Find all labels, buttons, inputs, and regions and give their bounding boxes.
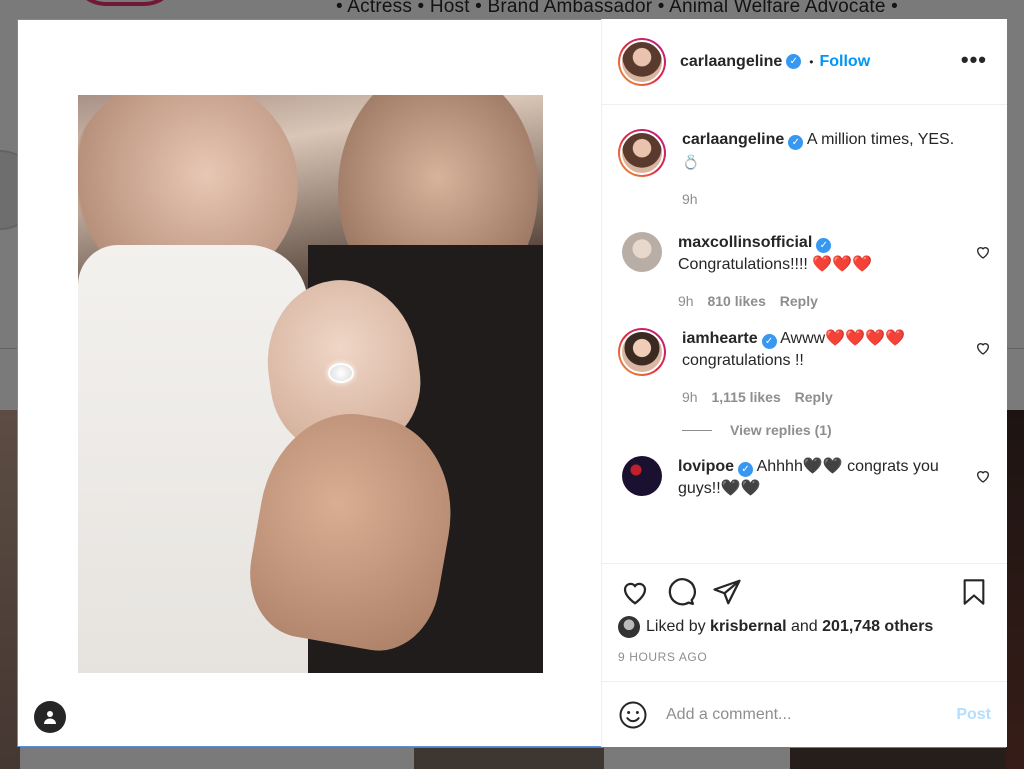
author-info: carlaangeline ✓ • Follow (680, 53, 870, 71)
verified-icon: ✓ (788, 135, 804, 150)
reply-button[interactable]: Reply (795, 389, 833, 405)
author-username[interactable]: carlaangeline (680, 53, 782, 71)
add-comment-bar: Post (602, 681, 1007, 747)
caption-time[interactable]: 9h (682, 191, 698, 207)
bookmark-icon[interactable] (957, 575, 991, 609)
commenter-username[interactable]: lovipoe (678, 458, 734, 475)
photo-region (328, 363, 354, 383)
share-icon[interactable] (710, 575, 744, 609)
verified-icon: ✓ (761, 334, 777, 349)
verified-icon: ✓ (786, 54, 802, 69)
reply-button[interactable]: Reply (780, 293, 818, 309)
follow-button[interactable]: Follow (819, 53, 870, 71)
heart-icon[interactable] (975, 244, 991, 260)
comment-item: maxcollinsofficial ✓ Congratulations!!!! … (618, 232, 991, 312)
comment-item: lovipoe ✓ Ahhhh🖤🖤 congrats you guys!!🖤🖤 (618, 456, 991, 500)
liked-by[interactable]: Liked by krisbernal and 201,748 others (618, 616, 991, 638)
author-avatar[interactable] (618, 37, 666, 86)
heart-icon[interactable] (975, 468, 991, 484)
post-actions: Liked by krisbernal and 201,748 others 9… (602, 563, 1007, 681)
liked-by-user[interactable]: krisbernal (710, 618, 786, 636)
view-replies-label[interactable]: View replies (1) (730, 422, 832, 438)
liked-by-joiner: and (790, 618, 818, 635)
emoji-icon[interactable] (618, 700, 648, 730)
verified-icon: ✓ (816, 238, 832, 253)
separator-dot: • (809, 54, 814, 69)
commenter-username[interactable]: maxcollinsofficial (678, 234, 812, 251)
commenter-avatar[interactable] (622, 456, 662, 496)
liked-by-others[interactable]: 201,748 others (822, 618, 933, 636)
post-modal: carlaangeline ✓ • Follow ••• carlaangeli… (17, 19, 1007, 747)
liker-avatar[interactable] (618, 616, 640, 638)
replies-line (682, 429, 712, 431)
more-options-icon[interactable]: ••• (961, 47, 987, 73)
post-media[interactable] (17, 19, 601, 747)
comment-likes[interactable]: 810 likes (707, 293, 765, 309)
heart-icon[interactable] (975, 340, 991, 356)
commenter-avatar[interactable] (622, 232, 662, 272)
post-header: carlaangeline ✓ • Follow ••• (602, 19, 1007, 105)
comment-time[interactable]: 9h (678, 293, 694, 309)
comment-input[interactable] (666, 705, 957, 724)
caption-username[interactable]: carlaangeline (682, 131, 784, 148)
caption: carlaangeline ✓ A million times, YES. 💍 9… (618, 129, 991, 210)
author-avatar[interactable] (618, 129, 666, 177)
post-time-ago[interactable]: 9 HOURS AGO (618, 650, 991, 664)
post-photo[interactable] (78, 95, 543, 673)
comments-list[interactable]: carlaangeline ✓ A million times, YES. 💍 9… (602, 105, 1007, 563)
verified-icon: ✓ (738, 462, 754, 477)
view-replies-button[interactable]: View replies (1) (682, 422, 991, 438)
comment-likes[interactable]: 1,115 likes (711, 389, 780, 405)
comment-time[interactable]: 9h (682, 389, 698, 405)
commenter-username[interactable]: iamhearte (682, 330, 758, 347)
comment-item: iamhearte ✓ Awww❤️❤️❤️❤️ congratulations … (618, 328, 991, 408)
caption-text: A million times, YES. (806, 131, 955, 148)
user-tag-icon[interactable] (34, 701, 66, 733)
commenter-avatar[interactable] (618, 328, 666, 376)
ring-emoji: 💍 (682, 154, 700, 170)
post-sidebar: carlaangeline ✓ • Follow ••• carlaangeli… (601, 19, 1007, 747)
action-icons (618, 574, 991, 610)
liked-by-prefix: Liked by (646, 618, 706, 635)
post-button[interactable]: Post (956, 706, 991, 724)
heart-icon[interactable] (618, 575, 652, 609)
comment-text: Congratulations!!!! ❤️❤️❤️ (678, 256, 873, 273)
comment-icon[interactable] (664, 575, 698, 609)
